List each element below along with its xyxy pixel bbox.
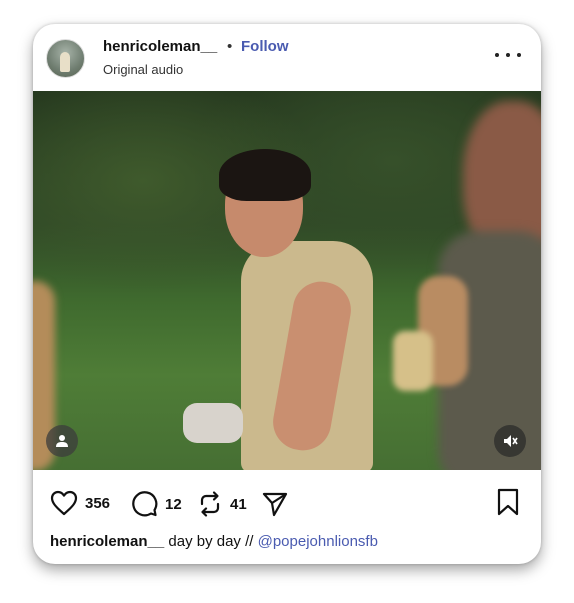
like-button[interactable]: 356 (50, 490, 110, 516)
comment-count[interactable]: 12 (165, 496, 182, 513)
caption-username[interactable]: henricoleman__ (50, 533, 164, 550)
username-link[interactable]: henricoleman__ (103, 38, 217, 55)
repost-icon (197, 490, 223, 518)
caption-mention-link[interactable]: @popejohnlionsfb (258, 533, 378, 550)
follow-button[interactable]: Follow (241, 38, 289, 55)
bookmark-icon (496, 488, 520, 520)
post-header: henricoleman__ • Follow Original audio (33, 24, 541, 91)
post-video[interactable] (33, 91, 541, 470)
heart-icon (50, 490, 78, 516)
avatar[interactable] (46, 39, 85, 78)
action-bar: 356 12 41 (33, 470, 541, 520)
share-button[interactable] (261, 490, 289, 518)
speaker-muted-icon[interactable] (494, 425, 526, 457)
separator-dot: • (227, 38, 233, 55)
comment-button[interactable]: 12 (130, 490, 182, 518)
paper-plane-icon (261, 490, 289, 518)
caption-text: day by day // (164, 533, 258, 550)
more-options-icon[interactable] (495, 45, 521, 65)
save-button[interactable] (496, 488, 520, 521)
like-count[interactable]: 356 (85, 495, 110, 512)
repost-count[interactable]: 41 (230, 496, 247, 513)
audio-label[interactable]: Original audio (103, 62, 183, 77)
post-caption: henricoleman__ day by day // @popejohnli… (50, 533, 378, 550)
repost-button[interactable]: 41 (197, 490, 247, 518)
comment-bubble-icon (130, 490, 158, 518)
post-card: henricoleman__ • Follow Original audio 3… (33, 24, 541, 564)
person-icon[interactable] (46, 425, 78, 457)
